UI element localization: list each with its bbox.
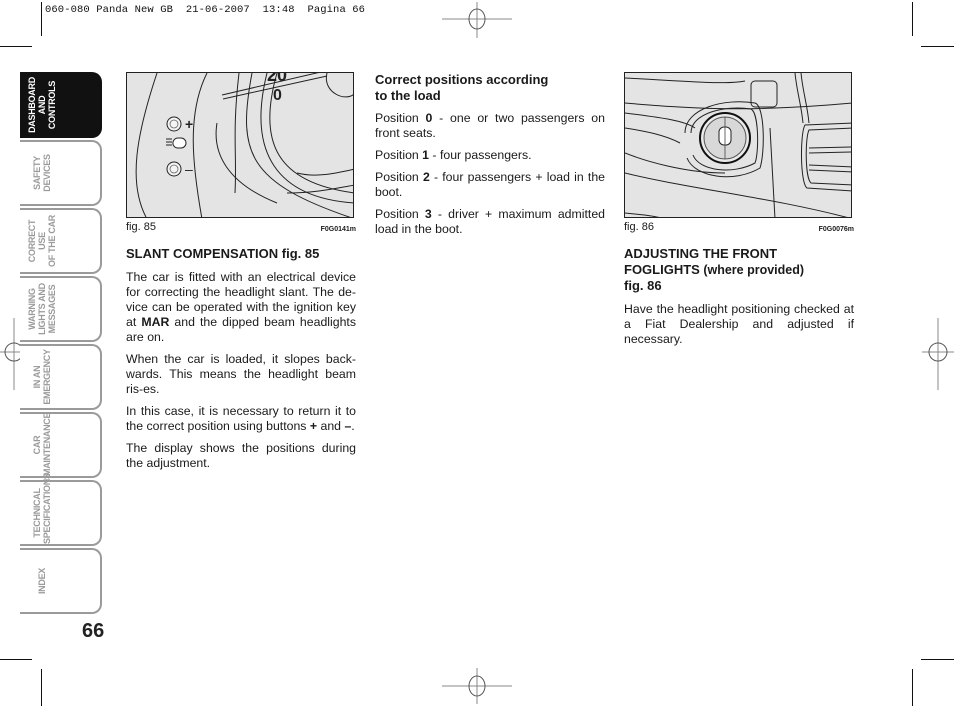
registration-mark-icon: [442, 2, 512, 38]
column-front-foglights: fig. 86 F0G0076m ADJUSTING THE FRONT FOGL…: [624, 72, 854, 354]
figure-86-front-foglight: [624, 72, 852, 218]
crop-mark: [0, 659, 32, 660]
chapter-tab-dashboard-and-controls[interactable]: Dashboard and controls: [20, 72, 102, 138]
figure-85-headlight-controls: 20 0 + –: [126, 72, 354, 218]
tab-label: Technical specifications: [32, 473, 52, 544]
tab-label: Warning lights and messages: [27, 283, 57, 335]
position-item: Position 0 - one or two passengers on fr…: [375, 111, 605, 140]
paragraph: In this case, it is necessary to return …: [126, 403, 356, 433]
foglight-illustration: [625, 73, 851, 217]
section-heading: SLANT COMPENSATION fig. 85: [126, 246, 320, 261]
chapter-tab-technical-specifications[interactable]: Technical specifications: [20, 473, 102, 546]
chapter-tab-safety-devices[interactable]: Safety devices: [20, 140, 102, 206]
position-item: Position 2 - four passengers + load in t…: [375, 170, 605, 199]
tab-label: Car maintenance: [32, 412, 52, 476]
crop-mark: [41, 669, 42, 706]
crop-mark: [41, 2, 42, 36]
crop-mark: [912, 669, 913, 706]
tab-label: Safety devices: [32, 154, 52, 192]
tab-label: Index: [37, 568, 47, 595]
svg-text:20: 20: [267, 73, 287, 85]
figure-code: F0G0141m: [320, 226, 356, 233]
section-heading: ADJUSTING THE FRONT FOGLIGHTS (where prov…: [624, 246, 805, 293]
tab-label: Correct use of the car: [27, 215, 57, 267]
tab-label: In an emergency: [32, 349, 52, 405]
chapter-tab-in-an-emergency[interactable]: In an emergency: [20, 344, 102, 410]
section-heading: Correct positions according to the load: [375, 72, 549, 103]
crop-mark: [921, 46, 954, 47]
position-item: Position 1 - four passengers.: [375, 148, 532, 162]
crop-mark: [921, 659, 954, 660]
print-slug-line: 060-080 Panda New GB 21-06-2007 13:48 Pa…: [45, 4, 366, 16]
tab-label: Dashboard and controls: [27, 77, 57, 133]
paragraph: Have the headlight positioning checked a…: [624, 301, 854, 346]
paragraph: The car is fitted with an electrical dev…: [126, 269, 356, 344]
registration-mark-icon: [442, 668, 512, 704]
page-number: 66: [82, 620, 105, 642]
figure-label: fig. 86: [624, 221, 654, 233]
chapter-tab-correct-use-of-the-car[interactable]: Correct use of the car: [20, 208, 102, 274]
dashboard-illustration: 20 0 + –: [135, 73, 353, 217]
figure-caption: fig. 85 F0G0141m: [126, 218, 356, 238]
crop-mark: [0, 46, 32, 47]
svg-text:–: –: [185, 161, 193, 177]
chapter-tab-index[interactable]: Index: [20, 548, 102, 614]
figure-caption: fig. 86 F0G0076m: [624, 218, 854, 238]
svg-text:+: +: [185, 116, 193, 132]
column-slant-compensation: 20 0 + – fig. 85 F0G0141m SLANT COMPENSA…: [126, 72, 356, 478]
position-item: Position 3 - driver + maximum admitted l…: [375, 207, 605, 236]
figure-code: F0G0076m: [818, 226, 854, 233]
figure-label: fig. 85: [126, 221, 156, 233]
column-load-positions: Correct positions according to the load P…: [375, 72, 605, 244]
chapter-tab-car-maintenance[interactable]: Car maintenance: [20, 412, 102, 478]
registration-mark-icon: [922, 318, 954, 390]
crop-mark: [912, 2, 913, 36]
chapter-tab-warning-lights-and-messages[interactable]: Warning lights and messages: [20, 276, 102, 342]
svg-text:0: 0: [273, 87, 282, 104]
paragraph: When the car is loaded, it slopes back-w…: [126, 351, 356, 396]
paragraph: The display shows the positions during t…: [126, 440, 356, 470]
